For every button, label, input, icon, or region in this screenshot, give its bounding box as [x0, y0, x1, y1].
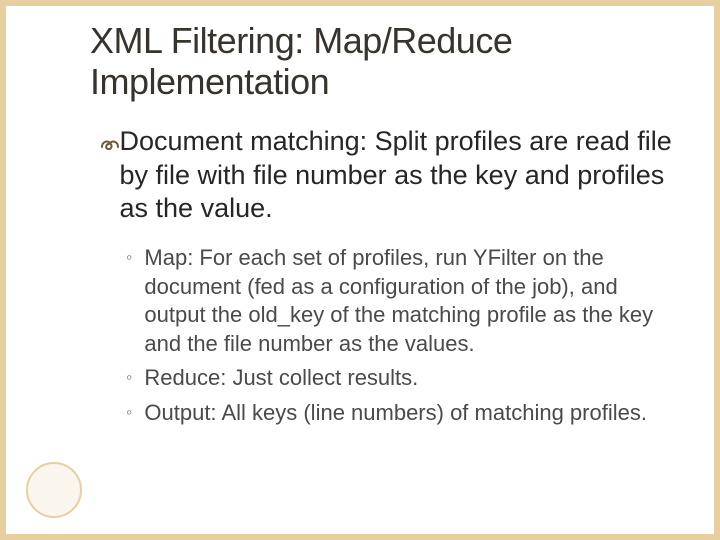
border-top [0, 0, 720, 6]
border-bottom [0, 534, 720, 540]
sub-bullet: ◦ Map: For each set of profiles, run YFi… [126, 244, 680, 358]
slide: XML Filtering: Map/Reduce Implementation… [0, 0, 720, 540]
ring-bullet-icon: ◦ [126, 244, 132, 271]
sub-bullet-text: Map: For each set of profiles, run YFilt… [144, 244, 680, 358]
decorative-circle [26, 462, 82, 518]
main-bullet-text: Document matching: Split profiles are re… [120, 125, 680, 226]
sub-bullet-list: ◦ Map: For each set of profiles, run YFi… [126, 244, 680, 428]
ring-bullet-icon: ◦ [126, 364, 132, 391]
main-bullet: Document matching: Split profiles are re… [98, 125, 680, 226]
border-left [0, 0, 6, 540]
sub-bullet-text: Output: All keys (line numbers) of match… [144, 399, 680, 428]
sub-bullet: ◦ Output: All keys (line numbers) of mat… [126, 399, 680, 428]
sub-bullet-text: Reduce: Just collect results. [144, 364, 680, 393]
sub-bullet: ◦ Reduce: Just collect results. [126, 364, 680, 393]
slide-title: XML Filtering: Map/Reduce Implementation [90, 20, 680, 103]
ring-bullet-icon: ◦ [126, 399, 132, 426]
border-right [714, 0, 720, 540]
